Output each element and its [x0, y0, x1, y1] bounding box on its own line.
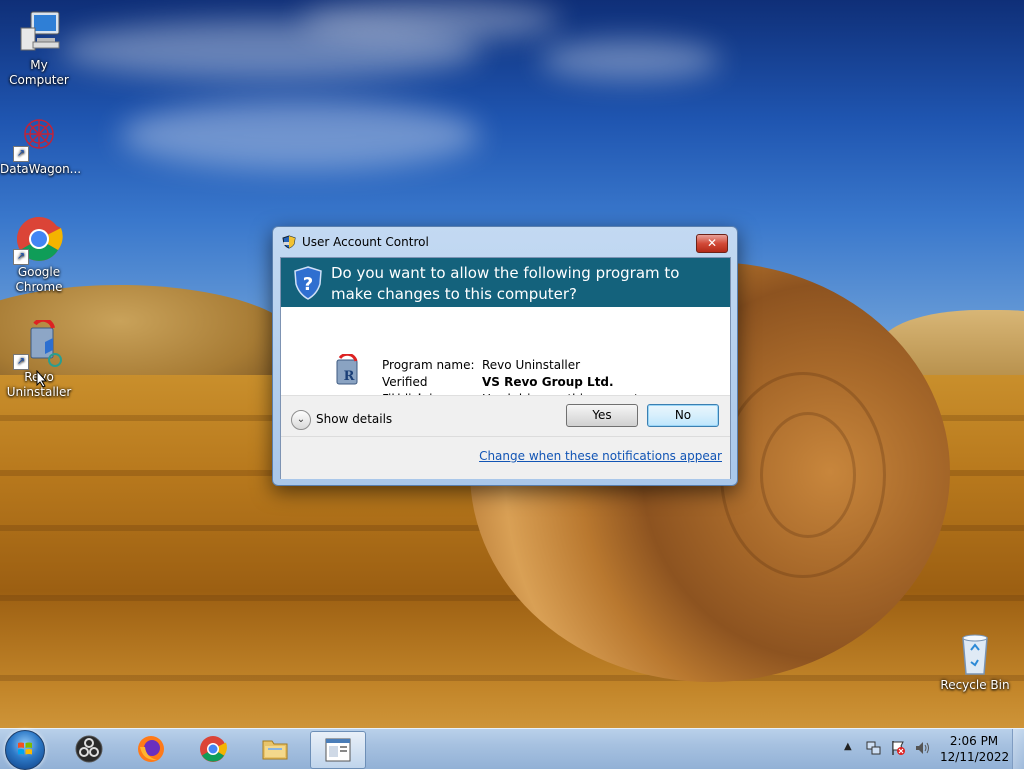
change-notifications-link[interactable]: Change when these notifications appear — [479, 449, 722, 463]
mouse-cursor-icon — [36, 369, 48, 388]
start-button[interactable] — [5, 730, 45, 770]
chrome-icon: ↗ — [13, 215, 63, 265]
desktop-icon-recycle-bin[interactable]: Recycle Bin — [936, 632, 1014, 693]
uac-question: Do you want to allow the following progr… — [331, 264, 680, 303]
taskbar-explorer[interactable] — [248, 731, 302, 767]
taskbar-active-window[interactable] — [310, 731, 366, 769]
svg-text:?: ? — [303, 274, 313, 295]
uac-title: User Account Control — [302, 235, 429, 249]
program-name-label: Program name: — [382, 358, 475, 372]
clock-date: 12/11/2022 — [940, 750, 1010, 764]
windows-logo-icon — [17, 741, 33, 757]
uac-shield-icon — [282, 235, 296, 249]
datawagon-icon: ↗ — [13, 112, 63, 162]
no-button[interactable]: No — [647, 404, 719, 427]
show-hidden-icons-arrow-icon[interactable]: ▲ — [844, 741, 852, 752]
desktop-icon-label: Google Chrome — [15, 265, 63, 294]
wallpaper-cloud — [540, 40, 720, 80]
computer-icon — [15, 8, 63, 56]
desktop-icon-label: My Computer — [9, 58, 69, 87]
uac-content: ? Do you want to allow the following pro… — [280, 257, 731, 479]
shortcut-arrow-icon: ↗ — [13, 146, 29, 162]
close-button[interactable]: ✕ — [696, 234, 728, 253]
window-icon — [324, 736, 352, 764]
uac-footer: ⌄ Show details Yes No Change when these … — [281, 395, 730, 479]
revo-uninstaller-icon: R — [333, 352, 363, 386]
uac-titlebar[interactable]: User Account Control ✕ — [273, 227, 737, 257]
desktop-icon-label: DataWagon... — [0, 162, 82, 176]
shortcut-arrow-icon: ↗ — [13, 249, 29, 265]
system-tray: ▲ — [842, 737, 942, 761]
desktop-icon-my-computer[interactable]: My Computer — [0, 8, 78, 88]
svg-text:R: R — [344, 369, 355, 384]
taskbar-obs[interactable] — [62, 731, 116, 767]
bale-ring — [760, 412, 856, 538]
network-icon[interactable] — [866, 740, 882, 756]
desktop-icon-label: Recycle Bin — [940, 678, 1010, 692]
divider — [281, 436, 730, 437]
action-center-flag-icon[interactable] — [890, 740, 906, 756]
taskbar-clock[interactable]: 2:06 PM 12/11/2022 — [940, 733, 1010, 765]
uac-dialog: User Account Control ✕ ? Do you want to … — [272, 226, 738, 486]
wallpaper-cloud — [300, 0, 560, 40]
recycle-bin-icon — [951, 632, 999, 676]
desktop-icon-datawagon[interactable]: ↗ DataWagon... — [0, 112, 82, 177]
shortcut-arrow-icon: ↗ — [13, 354, 29, 370]
chrome-icon — [199, 735, 227, 763]
publisher-value: VS Revo Group Ltd. — [482, 375, 614, 389]
program-name-value: Revo Uninstaller — [482, 358, 581, 372]
show-desktop-button[interactable] — [1012, 729, 1024, 769]
show-details-chevron-icon[interactable]: ⌄ — [291, 410, 311, 430]
volume-icon[interactable] — [914, 740, 932, 756]
obs-icon — [75, 735, 103, 763]
taskbar: ▲ 2:06 PM 12/11/2022 — [0, 728, 1024, 770]
folder-icon — [261, 735, 289, 763]
question-shield-icon: ? — [293, 266, 323, 300]
taskbar-firefox[interactable] — [124, 731, 178, 767]
taskbar-chrome[interactable] — [186, 731, 240, 767]
show-details-label[interactable]: Show details — [316, 412, 392, 426]
desktop-icon-google-chrome[interactable]: ↗ Google Chrome — [0, 215, 78, 295]
firefox-icon — [137, 735, 165, 763]
uac-banner: ? Do you want to allow the following pro… — [281, 258, 730, 307]
wallpaper-cloud — [120, 100, 480, 170]
field-stripe — [0, 675, 1024, 681]
revo-uninstaller-icon: ↗ — [13, 317, 63, 370]
yes-button[interactable]: Yes — [566, 404, 638, 427]
clock-time: 2:06 PM — [949, 734, 999, 748]
